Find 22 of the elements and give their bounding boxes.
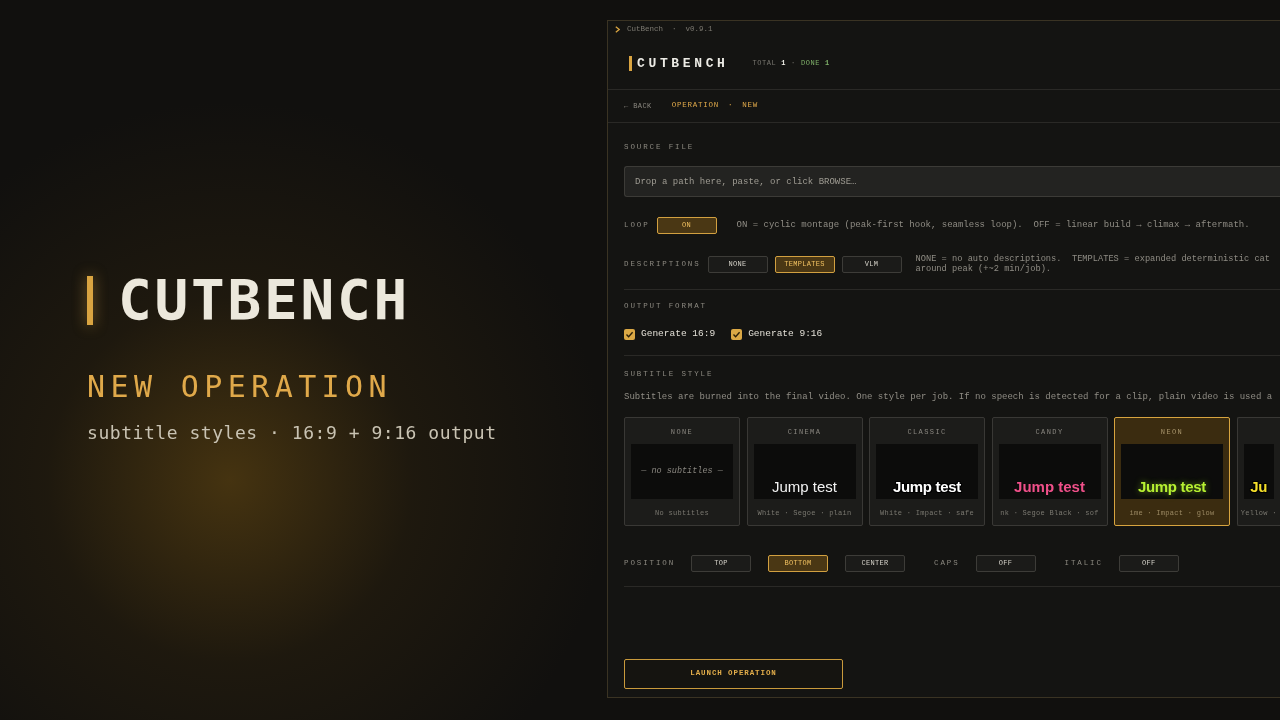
subtitle-preview-text: Jump test [892,479,962,494]
help-text: around peak (+~2 min/job). [915,264,1053,274]
accent-bar [87,275,93,325]
subtitle-preview-text: — no subtitles — [641,467,723,476]
subtitle-preview-text: Jump test [1014,479,1085,494]
subtitle-preview-text: Jump test [772,479,837,494]
hero-title: CUTBENCH [118,272,411,328]
checkbox-label: Generate 9:16 [748,327,823,342]
subtitle-preview-text: Jump test [1137,479,1207,494]
brand-title: CUTBENCH [637,57,729,70]
chevron-icon [615,26,620,33]
checkbox[interactable] [624,329,635,340]
checkbox-label: Generate 16:9 [641,327,716,342]
help-text: Subtitles are burned into the final video. One style per job. If no speech is detected for a clip, plain video is used a [624,392,1274,402]
source-path-field[interactable]: Drop a path here, paste, or click BROWSE… [624,166,1280,197]
subtitle-preview-text: Ju [1250,479,1268,494]
hero-subtitle: NEW OPERATION [87,372,392,402]
help-text: ON = cyclic montage (peak-first hook, seamless loop). OFF = linear build → climax → aftermath. [736,218,1250,232]
help-text: NONE = no auto descriptions. TEMPLATES = expanded deterministic cat [915,254,1271,264]
accent-bar [629,56,632,71]
checkbox[interactable] [731,329,743,340]
hero-tagline: subtitle styles · 16:9 + 9:16 output [87,424,497,442]
